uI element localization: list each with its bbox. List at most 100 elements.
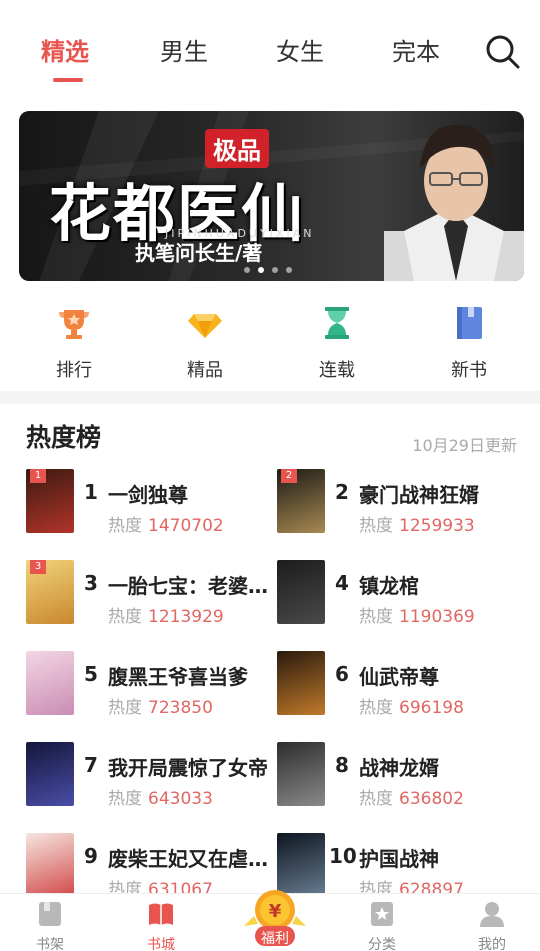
- book-cover[interactable]: [277, 651, 325, 715]
- rank-section-title: 热度榜: [26, 423, 102, 452]
- carousel-dot[interactable]: [286, 267, 292, 273]
- book-cover[interactable]: [277, 742, 325, 806]
- quick-nav-new-books[interactable]: 新书: [429, 300, 509, 382]
- carousel-dot[interactable]: [272, 267, 278, 273]
- top-tab-bar: 精选 男生 女生 完本: [0, 0, 540, 100]
- heat-value: 1259933: [399, 516, 475, 536]
- book-title[interactable]: 废柴王妃又在虐…: [108, 843, 268, 872]
- heat-label: 热度: [359, 789, 393, 809]
- quick-nav-premium[interactable]: 精品: [165, 300, 245, 382]
- bookshelf-icon: [39, 902, 61, 926]
- quick-nav: 排行 精品 连载 新书: [0, 300, 540, 384]
- book-cover[interactable]: [26, 742, 74, 806]
- heat-value: 1470702: [148, 516, 224, 536]
- carousel-dot-active[interactable]: [258, 267, 264, 273]
- book-cover[interactable]: [277, 560, 325, 624]
- bottom-nav-bookshelf[interactable]: 书架: [20, 894, 80, 951]
- promo-banner[interactable]: 极品 花都医仙 JIPINHUADUYIXIAN 执笔问长生/著: [19, 111, 524, 281]
- bottom-nav-label: 我的: [478, 937, 506, 951]
- book-title[interactable]: 护国战神: [359, 843, 439, 872]
- book-title[interactable]: 仙武帝尊: [359, 661, 439, 690]
- book-title[interactable]: 一剑独尊: [108, 479, 188, 508]
- search-icon[interactable]: [485, 34, 521, 70]
- heat-info: 热度 1259933: [359, 511, 475, 536]
- rank-update-date: 10月29日更新: [412, 436, 517, 455]
- quick-nav-label: 精品: [187, 360, 223, 381]
- heat-label: 热度: [108, 698, 142, 718]
- rank-item[interactable]: 2 2 豪门战神狂婿热度 1259933: [277, 469, 527, 539]
- bottom-nav-profile[interactable]: 我的: [462, 894, 522, 951]
- heat-label: 热度: [359, 698, 393, 718]
- tab-featured[interactable]: 精选: [41, 32, 89, 67]
- book-cover[interactable]: [26, 833, 74, 897]
- book-title[interactable]: 战神龙婿: [359, 752, 439, 781]
- book-title[interactable]: 豪门战神狂婿: [359, 479, 479, 508]
- quick-nav-serial[interactable]: 连载: [297, 300, 377, 382]
- rank-item[interactable]: 3 3 一胎七宝：老婆… 热度 1213929: [26, 560, 276, 630]
- rank-item[interactable]: 6 仙武帝尊热度 696198: [277, 651, 527, 721]
- tab-completed[interactable]: 完本: [392, 32, 440, 67]
- profile-icon: [480, 902, 504, 927]
- heat-value: 723850: [148, 698, 213, 718]
- heat-info: 热度 1213929: [108, 602, 224, 627]
- bottom-nav-bookstore[interactable]: 书城: [131, 894, 191, 951]
- section-divider: [0, 391, 540, 404]
- banner-author: 执笔问长生/著: [135, 241, 263, 265]
- rank-item[interactable]: 8 战神龙婿 热度 636802: [277, 742, 527, 812]
- book-cover[interactable]: 1: [26, 469, 74, 533]
- trophy-icon: [59, 310, 89, 339]
- hourglass-icon: [325, 307, 349, 339]
- tab-male[interactable]: 男生: [160, 32, 208, 67]
- bottom-nav-welfare[interactable]: ¥ 福利: [240, 886, 310, 951]
- rank-number: 10: [329, 844, 357, 868]
- book-title[interactable]: 一胎七宝：老婆…: [108, 570, 268, 599]
- heat-value: 696198: [399, 698, 464, 718]
- heat-value: 1213929: [148, 607, 224, 627]
- banner-character-illustration: [384, 124, 524, 281]
- category-icon: [371, 902, 393, 926]
- heat-label: 热度: [359, 607, 393, 627]
- rank-badge: 2: [281, 469, 297, 483]
- heat-info: 热度 1470702: [108, 511, 224, 536]
- quick-nav-label: 连载: [319, 360, 355, 381]
- rank-item[interactable]: 1 1 一剑独尊热度 1470702: [26, 469, 276, 539]
- carousel-indicator: [244, 267, 292, 273]
- diamond-icon: [188, 314, 222, 338]
- quick-nav-label: 排行: [56, 360, 92, 381]
- heat-info: 热度 723850: [108, 693, 213, 718]
- rank-number: 3: [84, 571, 98, 595]
- book-icon: [457, 307, 482, 339]
- rank-badge: 3: [30, 560, 46, 574]
- welfare-label: 福利: [261, 931, 289, 947]
- rank-badge: 1: [30, 469, 46, 483]
- bottom-nav-label: 书城: [147, 937, 175, 951]
- rank-number: 6: [335, 662, 349, 686]
- heat-info: 热度 1190369: [359, 602, 475, 627]
- quick-nav-label: 新书: [451, 360, 487, 381]
- book-cover[interactable]: [26, 651, 74, 715]
- rank-item[interactable]: 4 镇龙棺 热度 1190369: [277, 560, 527, 630]
- tab-female[interactable]: 女生: [276, 32, 324, 67]
- rank-number: 9: [84, 844, 98, 868]
- bottom-nav-category[interactable]: 分类: [352, 894, 412, 951]
- rank-number: 1: [84, 480, 98, 504]
- book-title[interactable]: 我开局震惊了女帝: [108, 752, 268, 781]
- rank-item[interactable]: 5 腹黑王爷喜当爹 热度 723850: [26, 651, 276, 721]
- active-tab-indicator: [53, 78, 83, 82]
- rank-number: 7: [84, 753, 98, 777]
- rank-number: 2: [335, 480, 349, 504]
- book-cover[interactable]: 3: [26, 560, 74, 624]
- book-title[interactable]: 腹黑王爷喜当爹: [108, 661, 248, 690]
- heat-info: 热度 696198: [359, 693, 464, 718]
- rank-item[interactable]: 7 我开局震惊了女帝热度 643033: [26, 742, 276, 812]
- carousel-dot[interactable]: [244, 267, 250, 273]
- heat-label: 热度: [108, 789, 142, 809]
- bottom-nav-label: 书架: [36, 937, 64, 951]
- book-cover[interactable]: 2: [277, 469, 325, 533]
- heat-value: 643033: [148, 789, 213, 809]
- heat-info: 热度 643033: [108, 784, 213, 809]
- bottom-nav-label: 分类: [368, 937, 396, 951]
- book-title[interactable]: 镇龙棺: [359, 570, 419, 599]
- quick-nav-ranking[interactable]: 排行: [34, 300, 114, 382]
- rank-number: 8: [335, 753, 349, 777]
